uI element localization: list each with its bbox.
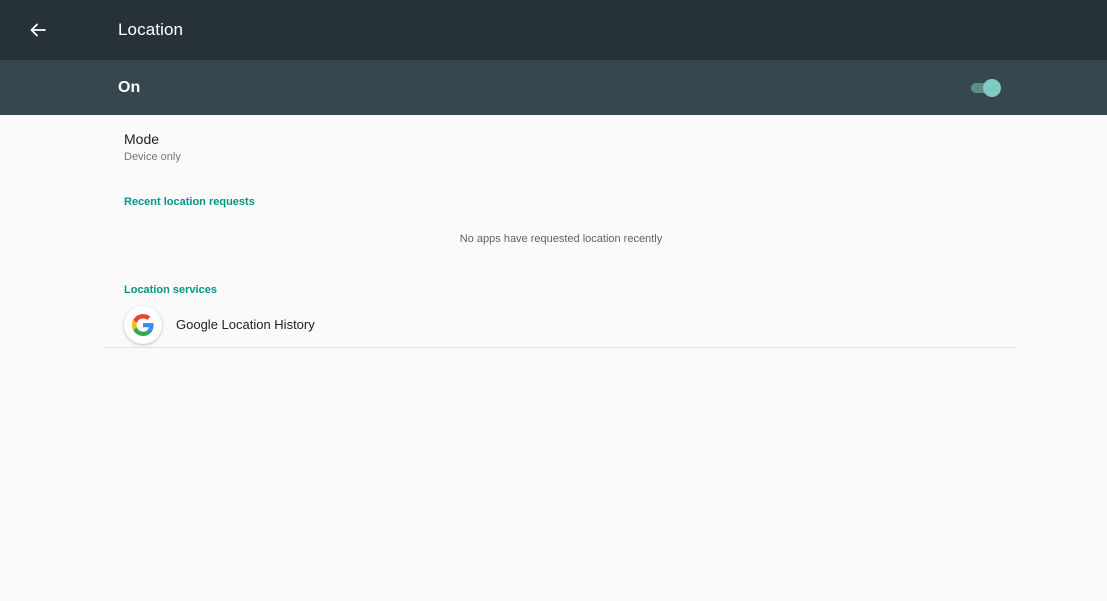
switch-state-label: On [118, 79, 141, 96]
mode-title: Mode [124, 131, 160, 147]
recent-requests-empty-text: No apps have requested location recently [459, 233, 663, 245]
google-g-icon [124, 306, 162, 344]
toolbar: Location [0, 0, 1107, 60]
toggle-thumb [983, 79, 1001, 97]
mode-summary: Device only [124, 151, 181, 163]
location-services-header: Location services [124, 284, 217, 296]
page-title: Location [118, 20, 184, 39]
location-toggle[interactable] [969, 79, 1003, 97]
back-button[interactable] [24, 16, 52, 44]
service-item-google-location-history[interactable]: Google Location History [104, 302, 1016, 346]
location-settings-screen: Location On Mode Device only Recent loca… [0, 0, 1107, 601]
divider [104, 347, 1016, 348]
recent-requests-header: Recent location requests [124, 196, 255, 208]
mode-preference[interactable]: Mode Device only [104, 124, 1016, 170]
arrow-left-icon [30, 23, 46, 37]
location-master-switch-bar[interactable]: On [0, 60, 1107, 115]
service-item-label: Google Location History [176, 317, 315, 332]
